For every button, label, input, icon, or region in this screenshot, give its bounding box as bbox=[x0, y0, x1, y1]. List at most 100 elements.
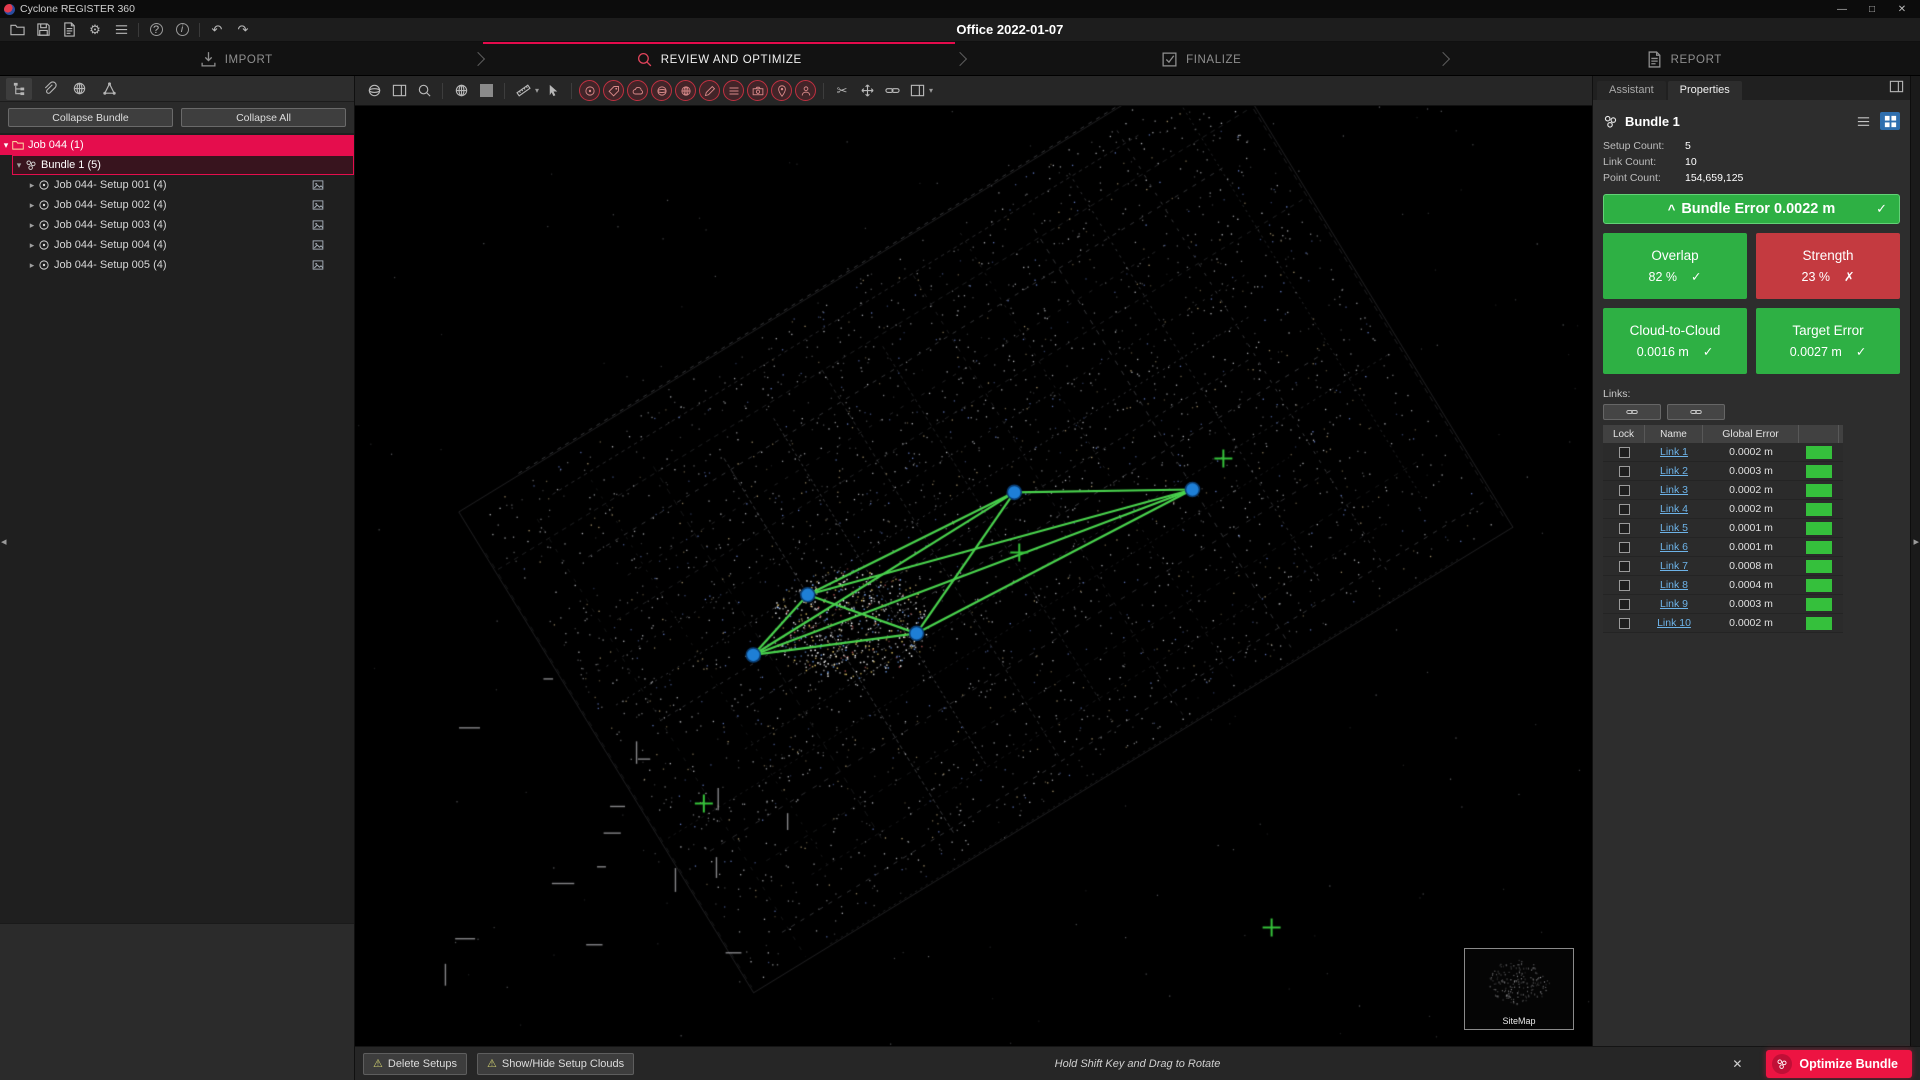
measure-dropdown-icon[interactable]: ▾ bbox=[535, 86, 539, 95]
view-orientation-icon[interactable] bbox=[363, 80, 385, 102]
tab-project-tree[interactable] bbox=[6, 78, 32, 100]
tree-item-setup[interactable]: ▸ Job 044- Setup 001 (4) bbox=[0, 175, 354, 195]
lock-checkbox[interactable] bbox=[1619, 447, 1630, 458]
unlock-links-button[interactable] bbox=[1667, 404, 1725, 420]
redo-button[interactable]: ↷ bbox=[232, 20, 254, 40]
collapse-right-panel-arrow[interactable]: ▸ bbox=[1913, 535, 1919, 548]
tree-item-setup[interactable]: ▸ Job 044- Setup 002 (4) bbox=[0, 195, 354, 215]
link-name[interactable]: Link 8 bbox=[1660, 579, 1688, 591]
pointcloud-viewport[interactable]: SiteMap bbox=[355, 106, 1592, 1046]
measure-tool-icon[interactable] bbox=[512, 80, 534, 102]
link-row[interactable]: Link 1 0.0002 m bbox=[1603, 443, 1843, 462]
caret-right-icon[interactable]: ▸ bbox=[26, 180, 38, 191]
lock-checkbox[interactable] bbox=[1619, 618, 1630, 629]
lock-checkbox[interactable] bbox=[1619, 580, 1630, 591]
lock-checkbox[interactable] bbox=[1619, 599, 1630, 610]
optimize-bundle-button[interactable]: Optimize Bundle bbox=[1766, 1050, 1912, 1078]
help-button[interactable]: ? bbox=[145, 20, 167, 40]
link-name[interactable]: Link 2 bbox=[1660, 465, 1688, 477]
link-row[interactable]: Link 3 0.0002 m bbox=[1603, 481, 1843, 500]
move-setup-icon[interactable] bbox=[856, 80, 878, 102]
show-hide-setup-clouds-button[interactable]: ⚠ Show/Hide Setup Clouds bbox=[477, 1053, 634, 1075]
stage-report[interactable]: REPORT bbox=[1448, 42, 1920, 75]
stage-review-and-optimize[interactable]: REVIEW AND OPTIMIZE bbox=[483, 42, 956, 75]
tree-item-job[interactable]: ▾ Job 044 (1) bbox=[0, 135, 354, 155]
lock-checkbox[interactable] bbox=[1619, 561, 1630, 572]
setup-marker-tool-icon[interactable] bbox=[579, 80, 600, 101]
dismiss-button[interactable]: ✕ bbox=[1726, 1053, 1748, 1075]
strength-card[interactable]: Strength 23 %✗ bbox=[1756, 233, 1900, 299]
link-name[interactable]: Link 7 bbox=[1660, 560, 1688, 572]
collapse-banner-icon[interactable]: ^ bbox=[1668, 202, 1676, 217]
settings-button[interactable]: ⚙ bbox=[84, 20, 106, 40]
close-window-button[interactable]: ✕ bbox=[1888, 1, 1916, 17]
tab-attachments[interactable] bbox=[36, 78, 62, 100]
link-name[interactable]: Link 6 bbox=[1660, 541, 1688, 553]
caret-right-icon[interactable]: ▸ bbox=[26, 260, 38, 271]
pointcloud-canvas[interactable] bbox=[355, 106, 1592, 1046]
tab-properties[interactable]: Properties bbox=[1668, 81, 1742, 100]
bundle-error-banner[interactable]: ^ Bundle Error 0.0022 m ✓ bbox=[1603, 194, 1900, 224]
delete-setups-button[interactable]: ⚠ Delete Setups bbox=[363, 1053, 467, 1075]
image-tool-icon[interactable] bbox=[747, 80, 768, 101]
link-name[interactable]: Link 10 bbox=[1657, 617, 1691, 629]
split-view-icon[interactable] bbox=[906, 80, 928, 102]
setup-image-icon[interactable] bbox=[312, 239, 324, 251]
link-name[interactable]: Link 3 bbox=[1660, 484, 1688, 496]
tag-tool-icon[interactable] bbox=[603, 80, 624, 101]
lock-links-button[interactable] bbox=[1603, 404, 1661, 420]
export-button[interactable] bbox=[58, 20, 80, 40]
pick-tool-icon[interactable] bbox=[542, 80, 564, 102]
list-view-icon[interactable] bbox=[1853, 112, 1873, 130]
collapse-bundle-button[interactable]: Collapse Bundle bbox=[8, 108, 173, 127]
link-row[interactable]: Link 8 0.0004 m bbox=[1603, 576, 1843, 595]
link-row[interactable]: Link 4 0.0002 m bbox=[1603, 500, 1843, 519]
storage-button[interactable] bbox=[110, 20, 132, 40]
caret-down-icon[interactable]: ▾ bbox=[0, 140, 12, 151]
link-name[interactable]: Link 1 bbox=[1660, 446, 1688, 458]
collapse-left-panel-arrow[interactable]: ◂ bbox=[1, 535, 7, 548]
minimize-button[interactable]: — bbox=[1828, 1, 1856, 17]
caret-down-icon[interactable]: ▾ bbox=[13, 160, 25, 171]
caret-right-icon[interactable]: ▸ bbox=[26, 220, 38, 231]
right-scroll-strip[interactable] bbox=[1910, 76, 1920, 1046]
setup-image-icon[interactable] bbox=[312, 199, 324, 211]
save-project-button[interactable] bbox=[32, 20, 54, 40]
lock-checkbox[interactable] bbox=[1619, 504, 1630, 515]
target-error-card[interactable]: Target Error 0.0027 m✓ bbox=[1756, 308, 1900, 374]
link-name[interactable]: Link 9 bbox=[1660, 598, 1688, 610]
tab-link-network[interactable] bbox=[96, 78, 122, 100]
link-row[interactable]: Link 7 0.0008 m bbox=[1603, 557, 1843, 576]
cut-link-icon[interactable]: ✂ bbox=[831, 80, 853, 102]
tab-geolocation[interactable] bbox=[66, 78, 92, 100]
tree-item-setup[interactable]: ▸ Job 044- Setup 004 (4) bbox=[0, 235, 354, 255]
tree-item-setup[interactable]: ▸ Job 044- Setup 005 (4) bbox=[0, 255, 354, 275]
cloud-tool-icon[interactable] bbox=[627, 80, 648, 101]
sphere-target-tool-icon[interactable] bbox=[651, 80, 672, 101]
checker-target-tool-icon[interactable] bbox=[675, 80, 696, 101]
geotag-tool-icon[interactable] bbox=[771, 80, 792, 101]
setup-image-icon[interactable] bbox=[312, 259, 324, 271]
panel-layout-icon[interactable] bbox=[1889, 79, 1904, 97]
annotate-tool-icon[interactable] bbox=[699, 80, 720, 101]
collapse-all-button[interactable]: Collapse All bbox=[181, 108, 346, 127]
undo-button[interactable]: ↶ bbox=[206, 20, 228, 40]
caret-right-icon[interactable]: ▸ bbox=[26, 200, 38, 211]
point-color-mode-icon[interactable] bbox=[450, 80, 472, 102]
open-project-button[interactable] bbox=[6, 20, 28, 40]
lock-checkbox[interactable] bbox=[1619, 542, 1630, 553]
link-row[interactable]: Link 2 0.0003 m bbox=[1603, 462, 1843, 481]
lock-checkbox[interactable] bbox=[1619, 466, 1630, 477]
link-name[interactable]: Link 5 bbox=[1660, 522, 1688, 534]
lock-checkbox[interactable] bbox=[1619, 523, 1630, 534]
tree-item-bundle[interactable]: ▾ Bundle 1 (5) bbox=[12, 155, 354, 175]
cloud-to-cloud-card[interactable]: Cloud-to-Cloud 0.0016 m✓ bbox=[1603, 308, 1747, 374]
sitemap-minimap[interactable]: SiteMap bbox=[1464, 948, 1574, 1030]
setup-image-icon[interactable] bbox=[312, 179, 324, 191]
background-mode-icon[interactable] bbox=[475, 80, 497, 102]
tab-assistant[interactable]: Assistant bbox=[1597, 81, 1666, 100]
link-name[interactable]: Link 4 bbox=[1660, 503, 1688, 515]
create-link-icon[interactable] bbox=[881, 80, 903, 102]
link-row[interactable]: Link 6 0.0001 m bbox=[1603, 538, 1843, 557]
view-dropdown-icon[interactable]: ▾ bbox=[929, 86, 933, 95]
